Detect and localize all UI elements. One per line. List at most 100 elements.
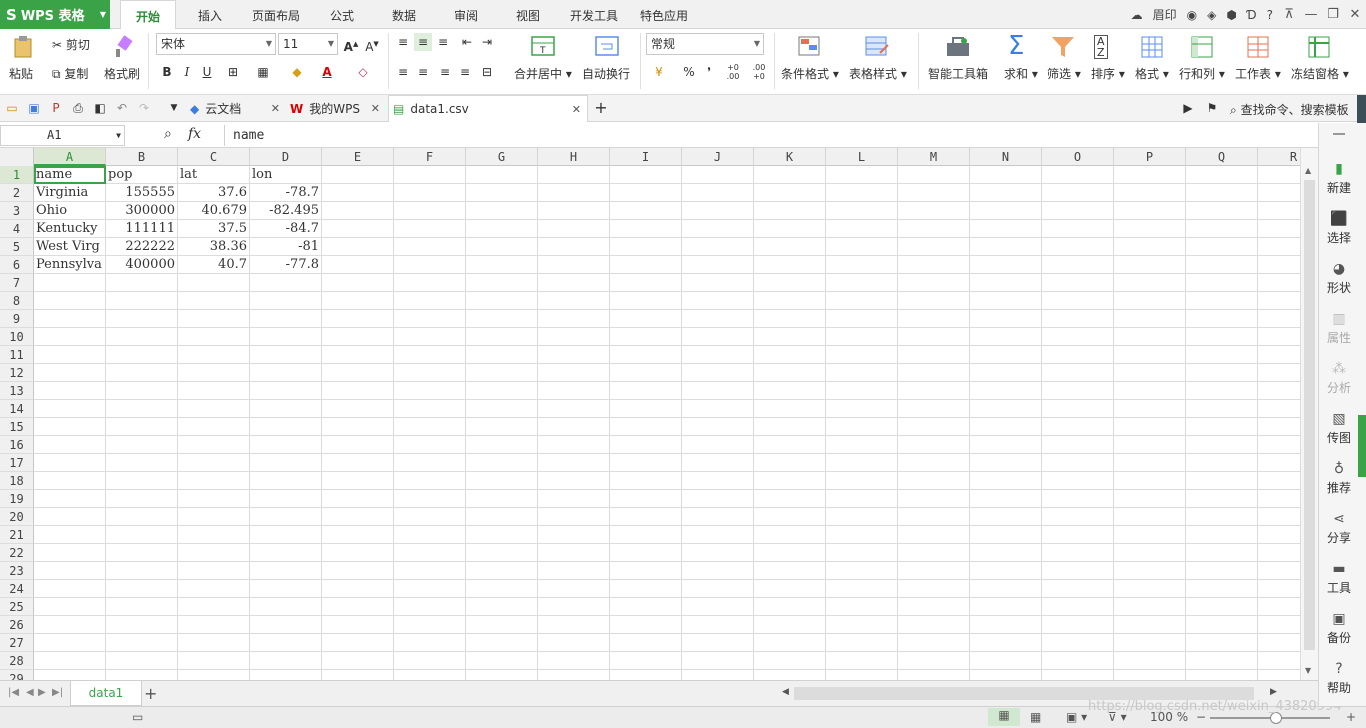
tab-page-layout[interactable]: 页面布局 <box>244 0 308 29</box>
font-name-select[interactable]: 宋体 ▼ <box>156 33 276 55</box>
cell-o5[interactable] <box>1042 238 1114 256</box>
sum-icon[interactable]: Σ <box>1008 31 1024 61</box>
undo-icon[interactable]: ↶ <box>114 100 130 116</box>
cell-o29[interactable] <box>1042 670 1114 680</box>
cell-d7[interactable] <box>250 274 322 292</box>
cell-p23[interactable] <box>1114 562 1186 580</box>
cell-i2[interactable] <box>610 184 682 202</box>
cell-r7[interactable] <box>1258 274 1300 292</box>
cell-n27[interactable] <box>970 634 1042 652</box>
cell-d22[interactable] <box>250 544 322 562</box>
cell-q28[interactable] <box>1186 652 1258 670</box>
cell-a26[interactable] <box>34 616 106 634</box>
side-panel-item-upload-image[interactable]: ▧ 传图 <box>1319 411 1359 446</box>
vertical-scroll-thumb[interactable] <box>1304 180 1315 650</box>
cell-f4[interactable] <box>394 220 466 238</box>
cell-b22[interactable] <box>106 544 178 562</box>
cell-b12[interactable] <box>106 364 178 382</box>
row-header[interactable]: 12 <box>0 364 34 382</box>
cell-g29[interactable] <box>466 670 538 680</box>
cell-a1[interactable]: name <box>34 166 106 184</box>
cell-a3[interactable]: Ohio <box>34 202 106 220</box>
side-panel-item-shape[interactable]: ◕ 形状 <box>1319 261 1359 296</box>
font-color-icon[interactable]: A <box>318 63 336 81</box>
cell-r24[interactable] <box>1258 580 1300 598</box>
name-box[interactable]: A1 ▼ <box>0 125 125 146</box>
cell-g7[interactable] <box>466 274 538 292</box>
worksheet-icon[interactable] <box>1246 35 1272 59</box>
cell-i27[interactable] <box>610 634 682 652</box>
cell-b11[interactable] <box>106 346 178 364</box>
cell-l27[interactable] <box>826 634 898 652</box>
cell-h25[interactable] <box>538 598 610 616</box>
cell-h20[interactable] <box>538 508 610 526</box>
cell-a2[interactable]: Virginia <box>34 184 106 202</box>
customize-toolbar-icon[interactable]: ▼ <box>166 100 182 116</box>
cell-f18[interactable] <box>394 472 466 490</box>
cell-j19[interactable] <box>682 490 754 508</box>
cell-i11[interactable] <box>610 346 682 364</box>
cell-m4[interactable] <box>898 220 970 238</box>
currency-icon[interactable]: ¥ <box>650 63 668 81</box>
tab-developer[interactable]: 开发工具 <box>564 0 624 29</box>
row-header[interactable]: 9 <box>0 310 34 328</box>
cell-q1[interactable] <box>1186 166 1258 184</box>
cell-k3[interactable] <box>754 202 826 220</box>
cell-k12[interactable] <box>754 364 826 382</box>
cell-m13[interactable] <box>898 382 970 400</box>
cell-f19[interactable] <box>394 490 466 508</box>
row-header[interactable]: 17 <box>0 454 34 472</box>
cell-h14[interactable] <box>538 400 610 418</box>
cell-n19[interactable] <box>970 490 1042 508</box>
cell-c11[interactable] <box>178 346 250 364</box>
cell-g28[interactable] <box>466 652 538 670</box>
cell-k10[interactable] <box>754 328 826 346</box>
align-top-icon[interactable]: ≡ <box>394 33 412 51</box>
cell-b24[interactable] <box>106 580 178 598</box>
cell-c13[interactable] <box>178 382 250 400</box>
cell-j23[interactable] <box>682 562 754 580</box>
close-tab-icon[interactable]: ✕ <box>572 103 581 116</box>
cell-h18[interactable] <box>538 472 610 490</box>
page-break-view-icon[interactable]: ▦ <box>1030 710 1041 724</box>
cell-l20[interactable] <box>826 508 898 526</box>
cell-m12[interactable] <box>898 364 970 382</box>
cell-a24[interactable] <box>34 580 106 598</box>
open-folder-icon[interactable]: ▭ <box>4 100 20 116</box>
cell-b13[interactable] <box>106 382 178 400</box>
side-panel-item-select[interactable]: ⬛ 选择 <box>1319 211 1359 246</box>
print-preview-icon[interactable]: ◧ <box>92 100 108 116</box>
app-menu-button[interactable]: S WPS 表格 ▼ <box>0 0 110 29</box>
cell-f24[interactable] <box>394 580 466 598</box>
cell-f14[interactable] <box>394 400 466 418</box>
cell-g19[interactable] <box>466 490 538 508</box>
cell-n18[interactable] <box>970 472 1042 490</box>
cell-l9[interactable] <box>826 310 898 328</box>
cell-e24[interactable] <box>322 580 394 598</box>
cell-n2[interactable] <box>970 184 1042 202</box>
cell-g9[interactable] <box>466 310 538 328</box>
column-header-c[interactable]: C <box>178 148 250 166</box>
cell-a9[interactable] <box>34 310 106 328</box>
cell-c20[interactable] <box>178 508 250 526</box>
cell-m3[interactable] <box>898 202 970 220</box>
cell-o23[interactable] <box>1042 562 1114 580</box>
video-icon[interactable]: ▶ <box>1180 100 1196 116</box>
cell-b1[interactable]: pop <box>106 166 178 184</box>
cell-o28[interactable] <box>1042 652 1114 670</box>
cell-r13[interactable] <box>1258 382 1300 400</box>
cell-g2[interactable] <box>466 184 538 202</box>
cell-h12[interactable] <box>538 364 610 382</box>
cell-f20[interactable] <box>394 508 466 526</box>
cell-r4[interactable] <box>1258 220 1300 238</box>
cell-a16[interactable] <box>34 436 106 454</box>
cell-k17[interactable] <box>754 454 826 472</box>
cell-c22[interactable] <box>178 544 250 562</box>
freeze-panes-button[interactable]: 冻结窗格 ▾ <box>1291 65 1349 82</box>
cell-f12[interactable] <box>394 364 466 382</box>
cell-e19[interactable] <box>322 490 394 508</box>
tab-data[interactable]: 数据 <box>378 0 430 29</box>
cell-o12[interactable] <box>1042 364 1114 382</box>
cell-f29[interactable] <box>394 670 466 680</box>
select-all-corner[interactable] <box>0 148 34 166</box>
